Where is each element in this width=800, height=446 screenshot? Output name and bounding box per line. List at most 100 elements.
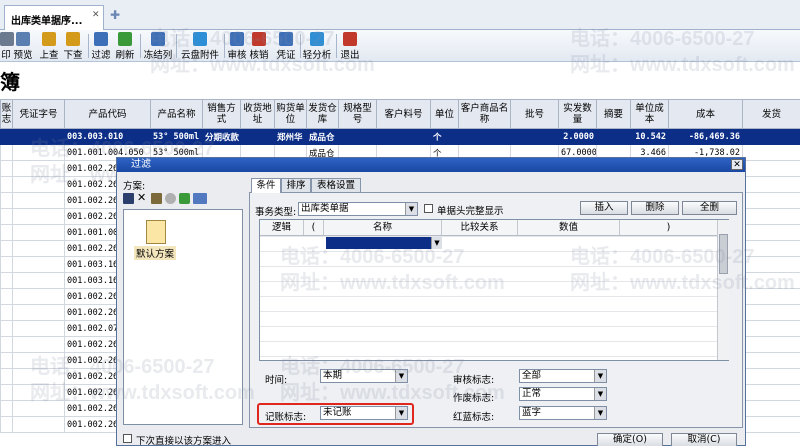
table-cell: 成品仓	[306, 128, 339, 145]
tab-add-icon[interactable]: ✚	[110, 8, 120, 22]
table-row-selected[interactable]: 003.003.010 53° 500ml 分期收款 郑州华 成品仓 个 2.0000 10.…	[0, 128, 800, 145]
tab-document-list[interactable]: 出库类单据序...	[4, 5, 104, 30]
copy-icon[interactable]	[151, 193, 162, 204]
column-header[interactable]: 销售方 式	[202, 99, 241, 129]
toolbar-button-0[interactable]: 印	[0, 30, 14, 62]
up-query-icon	[42, 32, 56, 46]
table-cell	[12, 192, 65, 209]
complete-display-label: 单据头完整显示	[437, 206, 504, 217]
table-cell	[0, 368, 13, 385]
toolbar-button-11[interactable]: 轻分析	[302, 30, 332, 62]
biz-type-select[interactable]: 出库类单据 ▼	[298, 202, 418, 216]
toolbar-button-4[interactable]: 过滤	[90, 30, 112, 62]
table-cell	[0, 320, 13, 337]
condition-table[interactable]: 逻辑(名称 比较关系 数值) ▼	[259, 219, 729, 361]
column-header[interactable]: 客户商品名 称	[458, 99, 511, 129]
void-select[interactable]: 正常 ▼	[519, 387, 607, 401]
table-cell	[338, 128, 377, 145]
table-cell	[0, 256, 13, 273]
table-cell	[742, 128, 800, 145]
dialog-close-icon[interactable]: ✕	[731, 159, 743, 170]
table-cell: 2.0000	[558, 128, 597, 145]
column-header[interactable]: 成本	[668, 99, 743, 129]
toolbar-button-label: 上查	[39, 50, 59, 61]
table-cell	[0, 224, 13, 241]
time-select[interactable]: 本期 ▼	[320, 369, 408, 383]
dialog-title-bar: 过滤	[117, 158, 745, 172]
toolbar-button-8[interactable]: 审核	[226, 30, 248, 62]
clear-all-button[interactable]: 全删	[682, 201, 737, 215]
direct-enter-label: 下次直接以该方案进入	[136, 436, 232, 446]
exit-icon	[343, 32, 357, 46]
toolbar-button-10[interactable]: 凭证	[274, 30, 298, 62]
condition-scrollbar[interactable]	[717, 220, 729, 360]
table-cell	[0, 336, 13, 353]
column-header[interactable]: 客户料号	[376, 99, 431, 129]
dialog-title: 过滤	[131, 159, 151, 170]
column-header[interactable]: 发货仓 库	[306, 99, 339, 129]
table-cell	[0, 176, 13, 193]
toolbar-button-7[interactable]: 云盘附件	[178, 30, 222, 62]
column-header[interactable]: 发货	[742, 99, 800, 129]
audit-label: 审核标志:	[453, 375, 495, 386]
cancel-button[interactable]: 取消(C)	[671, 433, 737, 446]
table-cell	[0, 352, 13, 369]
complete-display-checkbox[interactable]	[424, 204, 433, 213]
tab-table-settings[interactable]: 表格设置	[311, 178, 361, 192]
toolbar-button-6[interactable]: 冻结列	[142, 30, 174, 62]
column-header[interactable]: 摘要	[596, 99, 631, 129]
toolbar-button-3[interactable]: 下查	[62, 30, 84, 62]
eraser-icon[interactable]	[165, 193, 176, 204]
toolbar-button-label: 下查	[63, 50, 83, 61]
toolbar-separator	[224, 34, 225, 58]
biz-type-value: 出库类单据	[301, 203, 349, 214]
toolbar-separator	[336, 34, 337, 58]
table-cell	[12, 128, 65, 145]
post-select[interactable]: 未记账 ▼	[320, 406, 408, 420]
refresh-scheme-icon[interactable]	[179, 193, 190, 204]
audit-select[interactable]: 全部 ▼	[519, 369, 607, 383]
column-header[interactable]: 产品代码	[64, 99, 151, 129]
biz-type-label: 事务类型:	[255, 207, 297, 218]
column-header[interactable]: 单位	[430, 99, 459, 129]
condition-name-cell[interactable]: ▼	[326, 237, 442, 249]
tab-sort[interactable]: 排序	[281, 178, 311, 192]
table-cell: 郑州华	[274, 128, 307, 145]
column-header[interactable]: 购货单 位	[274, 99, 307, 129]
default-scheme-item[interactable]: 默认方案	[134, 246, 177, 260]
column-header[interactable]: 规格型 号	[338, 99, 377, 129]
toolbar-button-5[interactable]: 刷新	[114, 30, 136, 62]
column-header[interactable]: 批号	[510, 99, 559, 129]
column-header[interactable]: 实发数 量	[558, 99, 597, 129]
analysis-icon	[310, 32, 324, 46]
ok-button[interactable]: 确定(O)	[597, 433, 663, 446]
condition-column-header: 名称	[324, 220, 442, 235]
table-cell	[0, 272, 13, 289]
save-icon[interactable]	[123, 193, 134, 204]
insert-button[interactable]: 插入	[580, 201, 628, 215]
tab-conditions[interactable]: 条件	[251, 178, 281, 193]
chevron-down-icon: ▼	[594, 407, 606, 419]
toolbar-separator	[88, 34, 89, 58]
column-header[interactable]: 单位成 本	[630, 99, 669, 129]
toolbar-button-1[interactable]: 预览	[12, 30, 34, 62]
delete-scheme-icon[interactable]: ✕	[137, 191, 146, 204]
toolbar-button-2[interactable]: 上查	[38, 30, 60, 62]
column-header[interactable]: 凭证字号	[12, 99, 65, 129]
column-header[interactable]: 产品名称	[150, 99, 203, 129]
scroll-thumb[interactable]	[719, 234, 728, 274]
voucher-icon	[279, 32, 293, 46]
scheme-list[interactable]: 默认方案	[123, 209, 243, 425]
delete-button[interactable]: 删除	[631, 201, 679, 215]
tab-close-icon[interactable]: ✕	[92, 10, 100, 20]
grid-settings-icon[interactable]	[193, 193, 207, 204]
table-cell	[0, 288, 13, 305]
toolbar-separator	[176, 34, 177, 58]
column-header[interactable]: 账 志	[0, 99, 13, 129]
redblue-select[interactable]: 蓝字 ▼	[519, 406, 607, 420]
table-cell	[742, 176, 800, 193]
toolbar-button-9[interactable]: 核销	[248, 30, 270, 62]
column-header[interactable]: 收货地 址	[240, 99, 275, 129]
toolbar-button-12[interactable]: 退出	[338, 30, 362, 62]
direct-enter-checkbox[interactable]	[123, 434, 132, 443]
